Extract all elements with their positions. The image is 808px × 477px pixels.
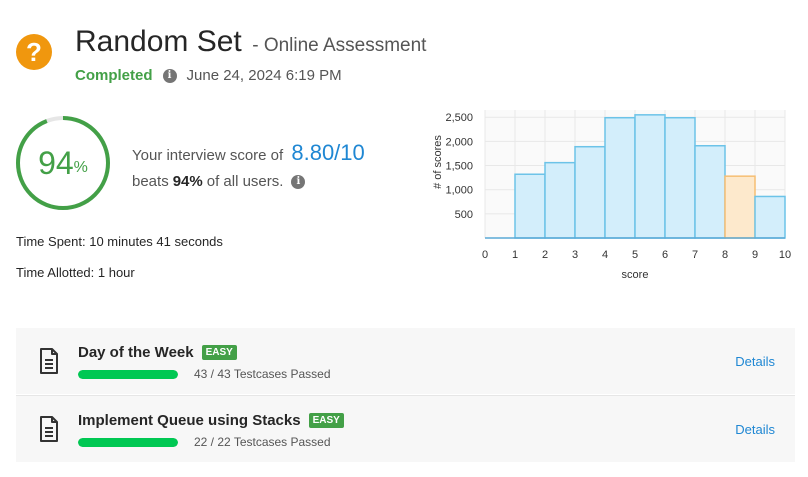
question-name: Implement Queue using Stacks [78,412,301,429]
question-name: Day of the Week [78,344,194,361]
chart-x-tick-label: 3 [572,249,578,261]
chart-bar-highlight [724,175,756,239]
testcase-progress-bar [78,370,178,379]
score-percent-sign: % [73,159,88,176]
difficulty-badge: EASY [201,345,237,360]
chart-x-tick-label: 4 [602,249,608,261]
assessment-subtitle: - Online Assessment [252,35,427,56]
chart-bar [544,161,576,239]
chart-x-tick-label: 7 [692,249,698,261]
beats-value: 94% [172,173,203,190]
document-icon [40,348,58,374]
beats-info-icon[interactable]: i [291,174,306,189]
question-card: Implement Queue using Stacks EASY 22 / 2… [16,395,795,462]
question-title: Day of the Week EASY [78,344,237,361]
beats-prefix: beats [132,173,169,190]
chart-x-tick-label: 2 [542,249,548,261]
chart-y-tick-label: 1,000 [445,185,473,197]
page-title: Random Set - Online Assessment [75,25,426,59]
testcase-progress-fill [78,438,178,447]
chart-bar [574,145,606,239]
chart-y-tick-label: 2,500 [445,112,473,124]
status-row: Completed i June 24, 2024 6:19 PM [75,67,342,84]
testcases-passed: 22 / 22 Testcases Passed [194,435,331,449]
time-allotted: Time Allotted: 1 hour [16,265,135,280]
score-percent: 94 % [14,114,112,212]
chart-bar [634,114,666,239]
completion-date: June 24, 2024 6:19 PM [186,67,342,84]
beats-line: beats 94% of all users. i [132,173,306,190]
chart-y-tick-label: 500 [455,209,473,221]
chart-y-tick-label: 1,500 [445,161,473,173]
score-distribution-chart: 500 1,000 1,500 2,000 2,500 0 1 2 3 4 5 6 7 8 9 10 score… [432,110,791,281]
difficulty-badge: EASY [308,413,344,428]
document-icon [40,416,58,442]
question-title: Implement Queue using Stacks EASY [78,412,344,429]
chart-x-tick-label: 10 [779,249,791,261]
testcases-passed: 43 / 43 Testcases Passed [194,367,331,381]
chart-x-tick-label: 0 [482,249,488,261]
interview-score-line: Your interview score of 8.80/10 [132,140,365,166]
chart-y-axis-label: # of scores [432,135,444,189]
interview-score-value: 8.80/10 [291,140,365,165]
chart-bar [754,195,786,239]
chart-x-tick-label: 9 [752,249,758,261]
chart-bar [514,173,546,239]
chart-x-tick-label: 5 [632,249,638,261]
details-link[interactable]: Details [735,422,775,437]
time-spent: Time Spent: 10 minutes 41 seconds [16,234,223,249]
chart-x-axis-label: score [622,269,649,281]
chart-x-tick-label: 8 [722,249,728,261]
chart-bar [694,144,726,239]
details-link[interactable]: Details [735,354,775,369]
chart-y-tick-label: 2,000 [445,136,473,148]
chart-x-tick-label: 1 [512,249,518,261]
beats-suffix: of all users. [206,173,284,190]
chart-bar [664,116,696,239]
testcase-progress-bar [78,438,178,447]
score-percent-value: 94 [38,144,74,181]
testcase-progress-fill [78,370,178,379]
info-icon[interactable]: i [162,68,177,83]
score-line-prefix: Your interview score of [132,147,284,164]
assessment-title: Random Set [75,25,242,58]
status-badge: Completed [75,67,153,84]
question-icon: ? [16,34,52,70]
chart-x-tick-label: 6 [662,249,668,261]
chart-bar [604,116,636,239]
question-card: Day of the Week EASY 43 / 43 Testcases P… [16,328,795,394]
